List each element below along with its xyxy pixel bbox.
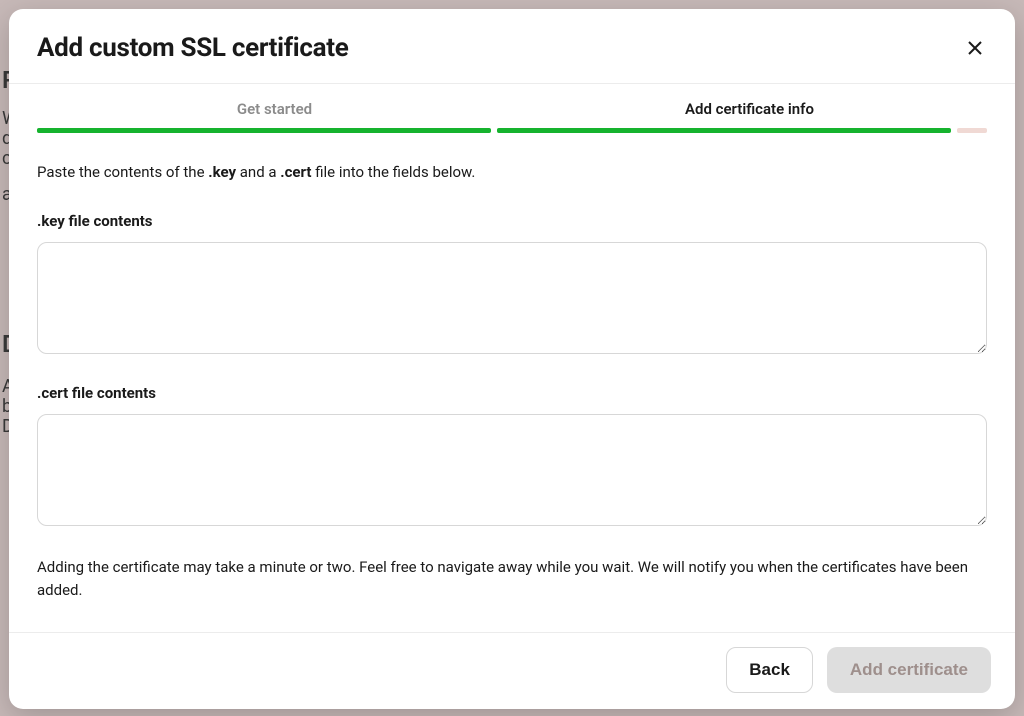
back-button[interactable]: Back xyxy=(726,647,813,693)
cert-file-textarea[interactable] xyxy=(37,414,987,526)
tab-get-started[interactable]: Get started xyxy=(37,84,512,128)
modal-footer: Back Add certificate xyxy=(9,632,1015,709)
ssl-certificate-modal: Add custom SSL certificate Get started A… xyxy=(9,9,1015,709)
modal-title: Add custom SSL certificate xyxy=(37,33,348,63)
key-file-textarea[interactable] xyxy=(37,242,987,354)
close-button[interactable] xyxy=(963,36,987,60)
hint-text: Adding the certificate may take a minute… xyxy=(37,556,987,603)
step-tabs: Get started Add certificate info xyxy=(9,84,1015,128)
instruction-text: Paste the contents of the .key and a .ce… xyxy=(37,161,987,184)
modal-header: Add custom SSL certificate xyxy=(9,9,1015,84)
cert-file-label: .cert file contents xyxy=(37,384,987,402)
add-certificate-button[interactable]: Add certificate xyxy=(827,647,991,693)
close-icon xyxy=(967,40,983,56)
key-file-label: .key file contents xyxy=(37,212,987,230)
tab-add-certificate-info[interactable]: Add certificate info xyxy=(512,84,987,128)
modal-body: Paste the contents of the .key and a .ce… xyxy=(9,133,1015,632)
key-file-group: .key file contents xyxy=(37,212,987,358)
cert-file-group: .cert file contents xyxy=(37,384,987,530)
